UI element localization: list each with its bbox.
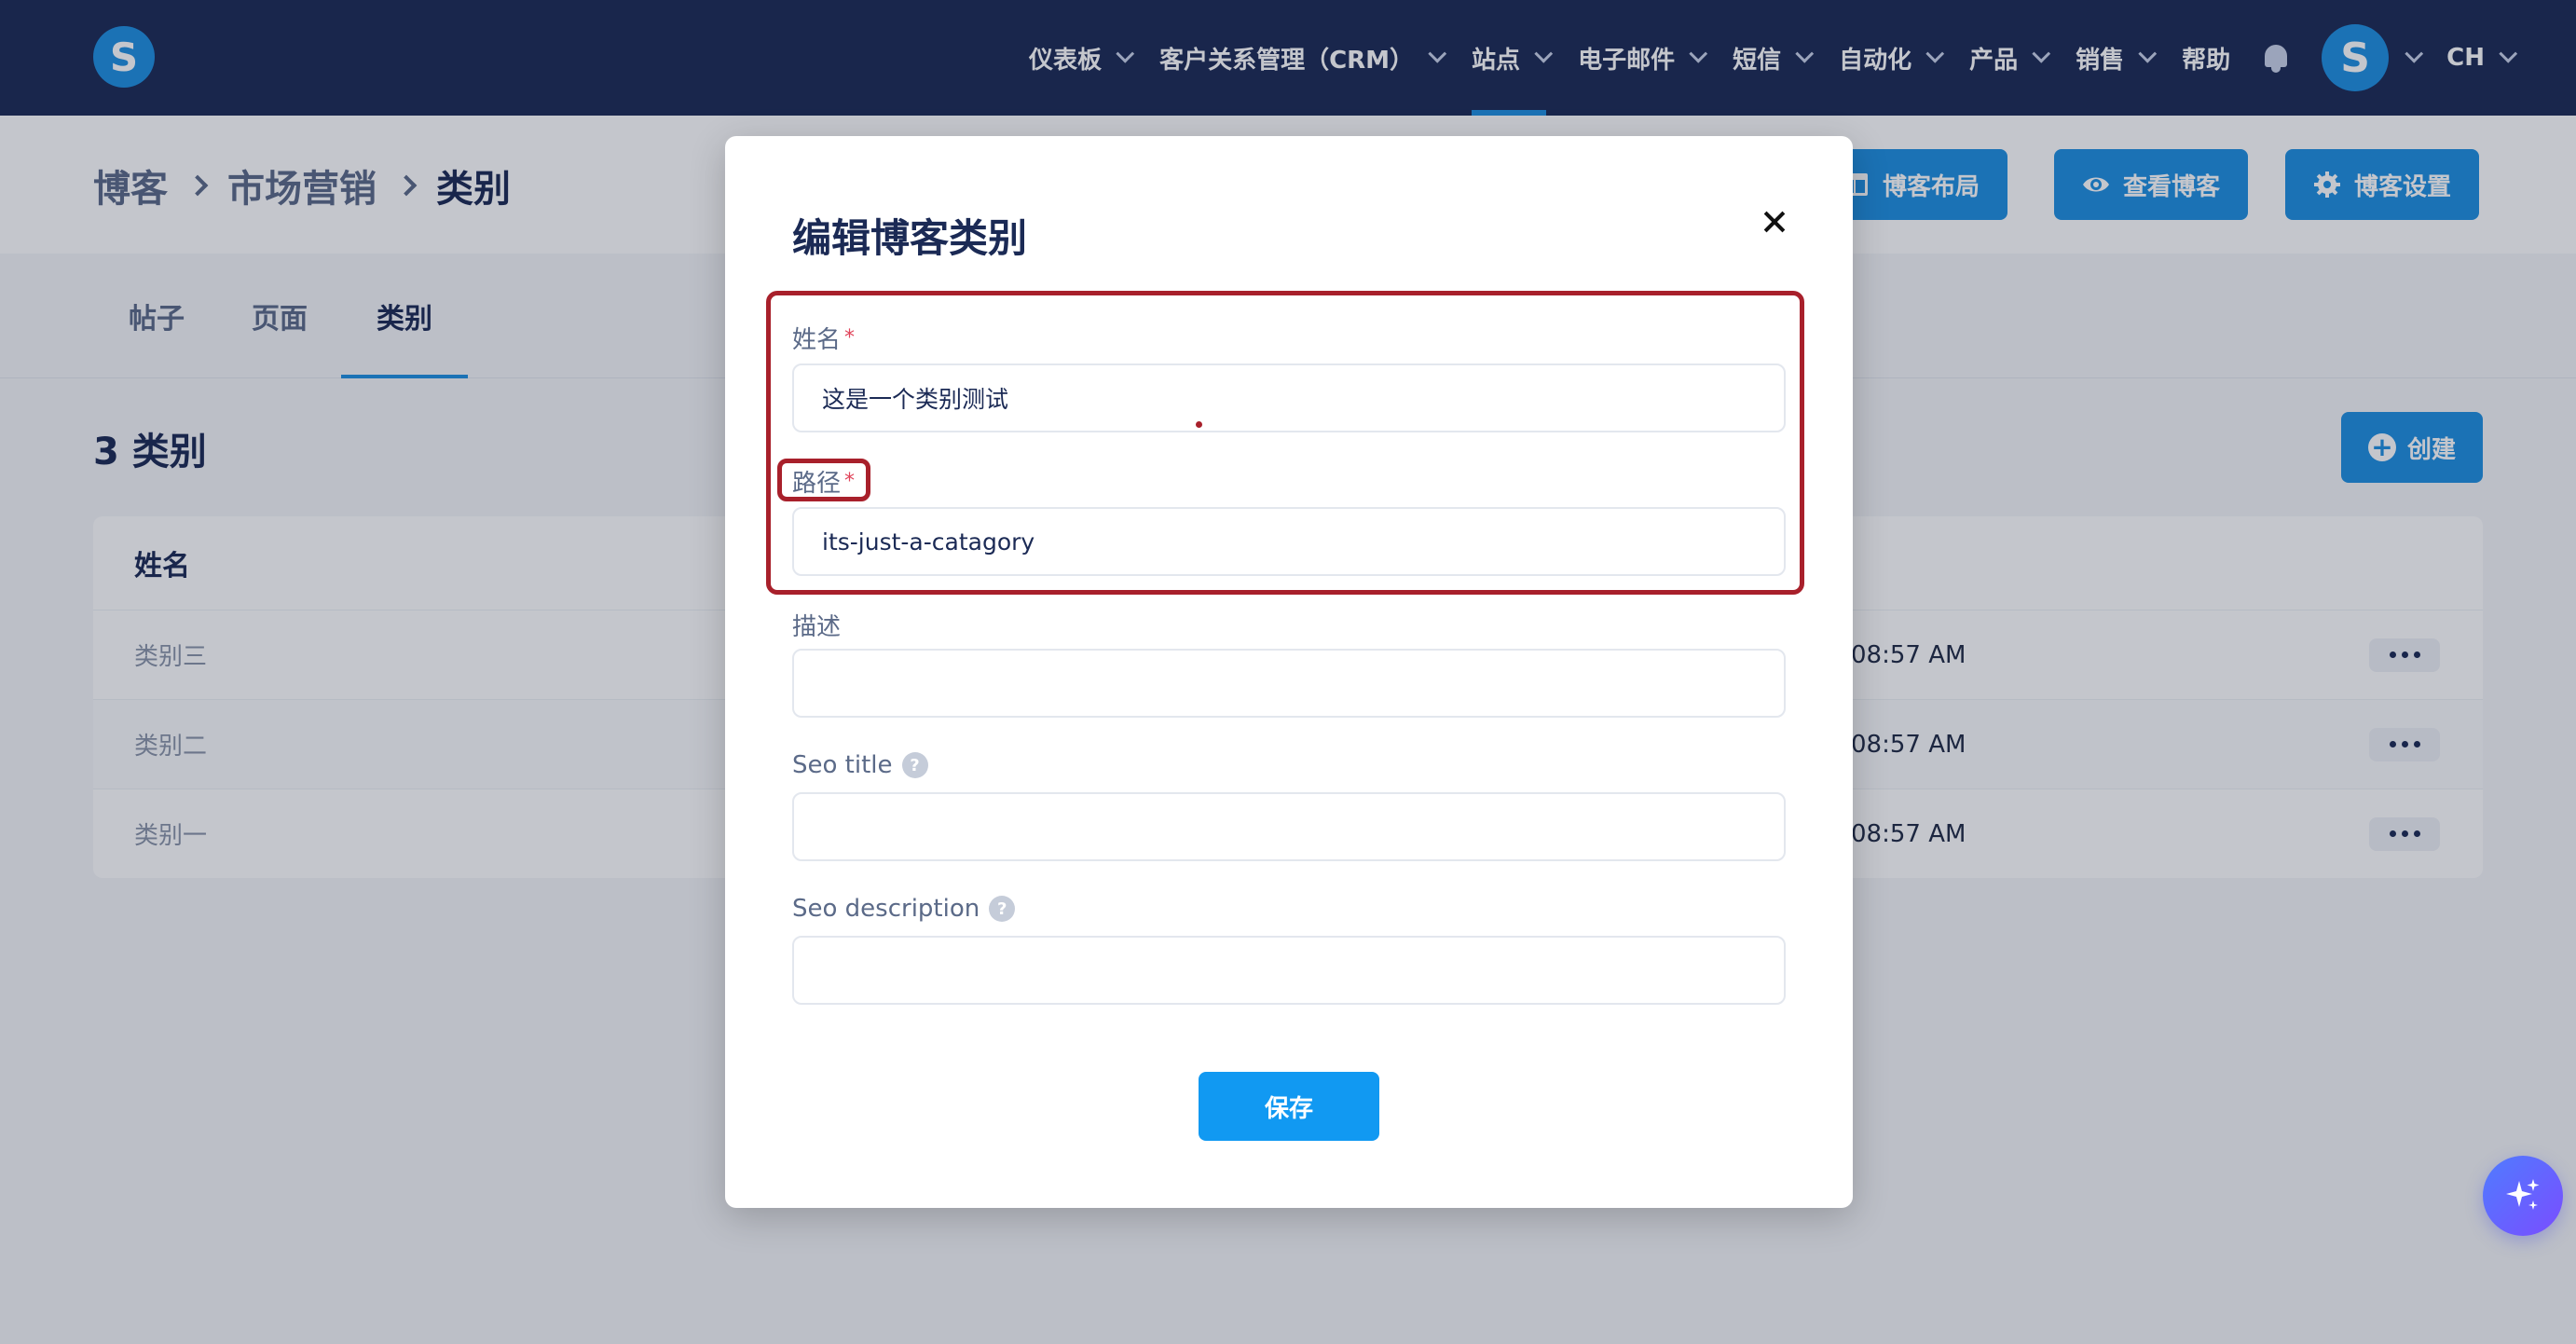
highlight-path-label: [777, 459, 870, 501]
help-icon[interactable]: ?: [901, 752, 928, 778]
help-icon[interactable]: ?: [989, 896, 1016, 922]
close-icon[interactable]: [1756, 203, 1793, 240]
seo-description-label: Seo description?: [792, 895, 1016, 923]
save-button[interactable]: 保存: [1199, 1072, 1379, 1141]
modal-title: 编辑博客类别: [792, 215, 1028, 261]
seo-description-input[interactable]: [792, 936, 1786, 1005]
description-input[interactable]: [792, 649, 1786, 718]
ai-assistant-button[interactable]: [2483, 1156, 2563, 1236]
highlight-box: [766, 291, 1804, 595]
seo-title-input[interactable]: [792, 792, 1786, 861]
sparkle-icon: [2506, 1179, 2540, 1210]
description-label: 描述: [792, 613, 842, 641]
cursor-marker: [1196, 421, 1202, 428]
seo-title-label: Seo title?: [792, 751, 928, 779]
